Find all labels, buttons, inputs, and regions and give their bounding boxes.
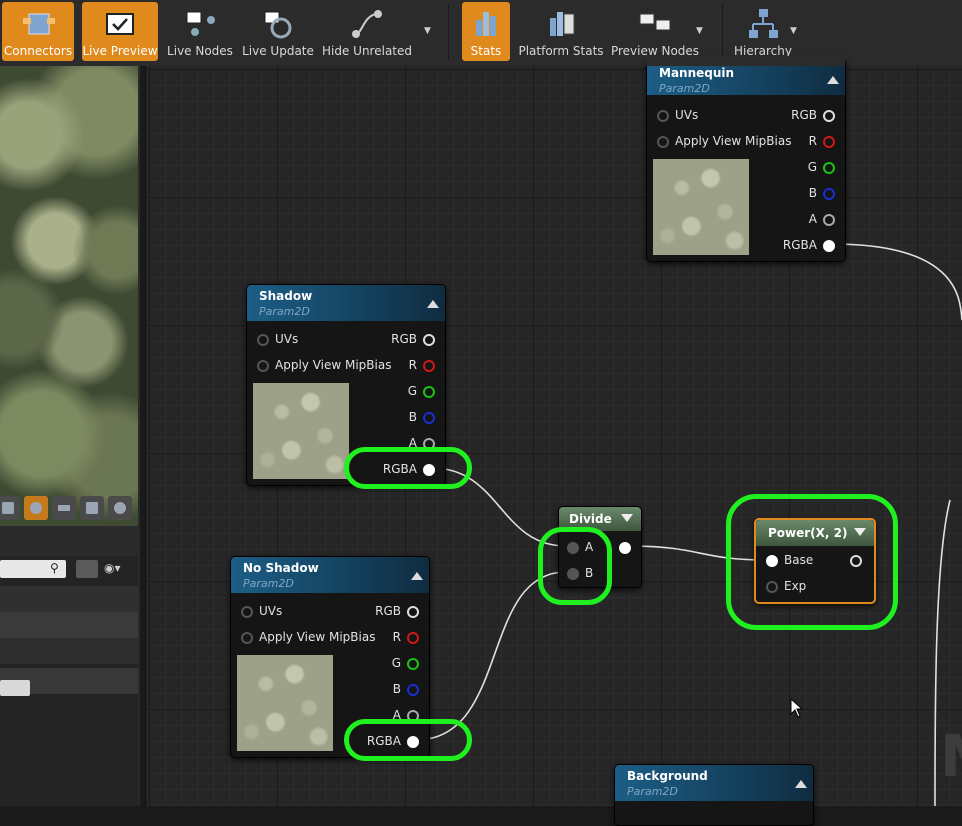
input-pin-icon[interactable] bbox=[241, 606, 253, 618]
output-pin-icon[interactable] bbox=[619, 542, 631, 554]
collapse-arrow-icon[interactable] bbox=[411, 572, 423, 580]
texture-thumbnail bbox=[237, 655, 333, 751]
output-pin-icon[interactable] bbox=[423, 360, 435, 372]
output-pin-icon[interactable] bbox=[823, 162, 835, 174]
output-pin-icon[interactable] bbox=[407, 710, 419, 722]
collapse-arrow-icon[interactable] bbox=[854, 528, 866, 536]
node-mannequin[interactable]: Mannequin Param2D UVs Apply View MipBias … bbox=[646, 58, 846, 262]
output-pin-icon[interactable] bbox=[823, 110, 835, 122]
collapse-arrow-icon[interactable] bbox=[827, 76, 839, 84]
output-pin-icon[interactable] bbox=[423, 334, 435, 346]
output-pin-icon[interactable] bbox=[407, 684, 419, 696]
output-pin-icon[interactable] bbox=[407, 632, 419, 644]
input-pin-icon[interactable] bbox=[657, 110, 669, 122]
mouse-cursor-icon bbox=[790, 698, 804, 718]
output-pin-icon[interactable] bbox=[823, 214, 835, 226]
input-pin-icon[interactable] bbox=[257, 360, 269, 372]
input-pin-icon[interactable] bbox=[567, 542, 579, 554]
texture-thumbnail bbox=[253, 383, 349, 479]
input-pin-icon[interactable] bbox=[257, 334, 269, 346]
wire-shadow-to-divide-a bbox=[431, 467, 567, 547]
wire-divide-to-power-base bbox=[629, 545, 767, 561]
input-pin-icon[interactable] bbox=[241, 632, 253, 644]
node-shadow[interactable]: Shadow Param2D UVs Apply View MipBias RGB… bbox=[246, 284, 446, 486]
wire-noshadow-to-divide-b bbox=[415, 571, 567, 741]
node-background[interactable]: Background Param2D bbox=[614, 764, 814, 826]
toolbar-overlap bbox=[646, 56, 845, 66]
wire-mannequin-rgba-out bbox=[831, 243, 962, 321]
node-divide[interactable]: Divide A B bbox=[558, 506, 642, 588]
input-pin-icon[interactable] bbox=[766, 581, 778, 593]
output-pin-icon[interactable] bbox=[407, 658, 419, 670]
output-pin-icon[interactable] bbox=[423, 464, 435, 476]
input-pin-icon[interactable] bbox=[657, 136, 669, 148]
graph-watermark: M bbox=[940, 722, 962, 790]
output-pin-icon[interactable] bbox=[823, 240, 835, 252]
texture-thumbnail bbox=[653, 159, 749, 255]
output-pin-icon[interactable] bbox=[823, 136, 835, 148]
output-pin-icon[interactable] bbox=[407, 736, 419, 748]
collapse-arrow-icon[interactable] bbox=[621, 514, 633, 522]
output-pin-icon[interactable] bbox=[423, 438, 435, 450]
output-pin-icon[interactable] bbox=[850, 555, 862, 567]
output-pin-icon[interactable] bbox=[423, 412, 435, 424]
input-pin-icon[interactable] bbox=[567, 568, 579, 580]
input-pin-icon[interactable] bbox=[766, 555, 778, 567]
collapse-arrow-icon[interactable] bbox=[795, 780, 807, 788]
output-pin-icon[interactable] bbox=[823, 188, 835, 200]
output-pin-icon[interactable] bbox=[423, 386, 435, 398]
collapse-arrow-icon[interactable] bbox=[427, 300, 439, 308]
node-no-shadow[interactable]: No Shadow Param2D UVs Apply View MipBias … bbox=[230, 556, 430, 758]
node-power[interactable]: Power(X, 2) Base Exp bbox=[754, 518, 876, 604]
output-pin-icon[interactable] bbox=[407, 606, 419, 618]
